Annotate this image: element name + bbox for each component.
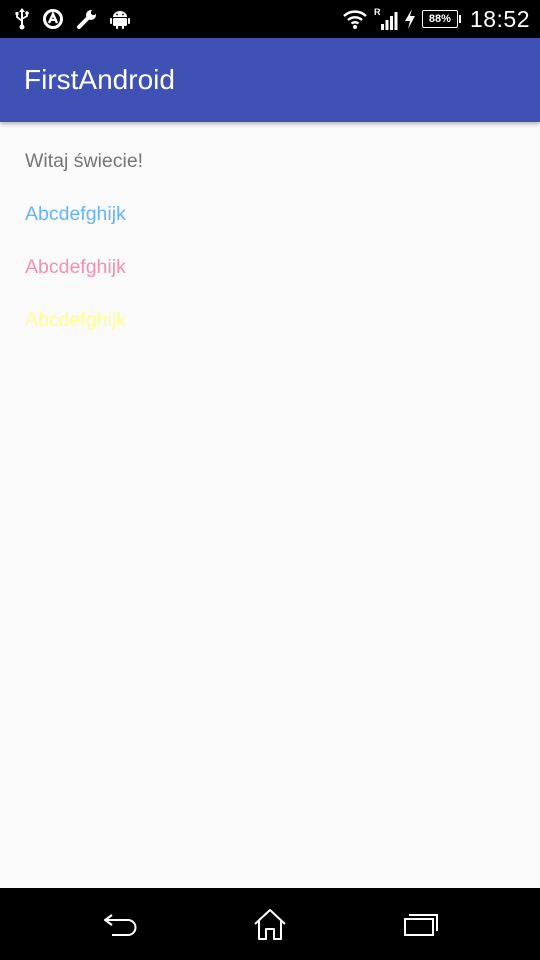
charging-icon bbox=[404, 8, 416, 30]
cell-signal-icon: R bbox=[374, 7, 398, 31]
colored-text-pink: Abcdefghijk bbox=[25, 256, 126, 278]
home-button[interactable] bbox=[250, 904, 290, 944]
greeting-text: Witaj świecie! bbox=[25, 150, 144, 172]
clock: 18:52 bbox=[469, 5, 530, 32]
home-icon bbox=[252, 907, 288, 941]
recents-button[interactable] bbox=[400, 904, 440, 944]
status-bar: R 88% 18:52 bbox=[0, 0, 540, 38]
colored-text-yellow: Abcdefghijk bbox=[25, 309, 126, 331]
app-toolbar: FirstAndroid bbox=[0, 38, 540, 122]
system-status-icons: R 88% 18:52 bbox=[342, 5, 530, 33]
main-content: Witaj świecie! Abcdefghijk Abcdefghijk A… bbox=[0, 122, 540, 888]
app-notification-icon bbox=[42, 8, 64, 30]
back-icon bbox=[100, 909, 140, 939]
colored-text-blue: Abcdefghijk bbox=[25, 203, 126, 225]
battery-icon: 88% bbox=[421, 10, 461, 28]
notification-icons bbox=[14, 7, 130, 31]
roaming-indicator: R bbox=[374, 7, 381, 17]
back-button[interactable] bbox=[100, 904, 140, 944]
app-title: FirstAndroid bbox=[24, 64, 175, 95]
recents-icon bbox=[401, 910, 439, 938]
wifi-icon bbox=[342, 8, 368, 30]
usb-icon bbox=[14, 8, 30, 30]
android-debug-icon bbox=[110, 8, 130, 30]
battery-level: 88% bbox=[428, 13, 451, 25]
navigation-bar bbox=[0, 888, 540, 960]
wrench-icon bbox=[76, 8, 98, 30]
